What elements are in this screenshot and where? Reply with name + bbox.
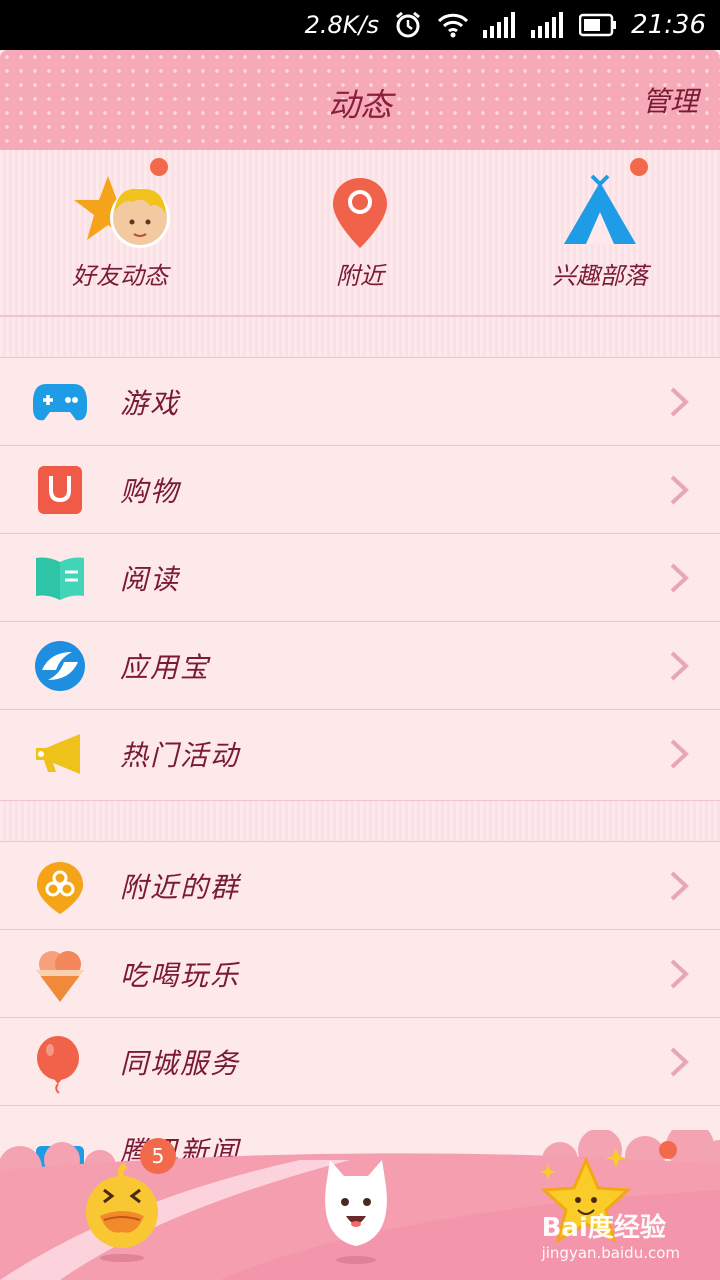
megaphone-icon [32, 728, 88, 780]
status-bar: 2.8K/s 21:36 [0, 0, 720, 50]
nearby-group-icon [32, 860, 88, 914]
qzone-star-avatar-icon [70, 172, 170, 252]
page-title: 动态 [327, 86, 392, 124]
quick-entry-label: 兴趣部落 [552, 262, 648, 290]
baidu-jingyan-watermark: Bai度经验 jingyan.baidu.com [542, 1207, 680, 1262]
quick-entry-friends-feed[interactable]: 好友动态 [0, 150, 240, 315]
list-item-local-services[interactable]: 同城服务 [0, 1017, 720, 1105]
list-item-label: 应用宝 [120, 651, 211, 684]
list-item-app-store[interactable]: 应用宝 [0, 621, 720, 709]
book-icon [32, 552, 88, 604]
gamepad-icon [32, 376, 88, 428]
list-item-label: 阅读 [120, 563, 181, 596]
balloon-icon [32, 1036, 88, 1094]
signal-icon-2 [531, 12, 565, 38]
shopping-bag-icon [32, 464, 88, 516]
chevron-right-icon [668, 738, 690, 770]
list-item-label: 游戏 [120, 387, 181, 420]
manage-button[interactable]: 管理 [642, 80, 698, 120]
wifi-icon [437, 12, 469, 38]
list-item-nearby-groups[interactable]: 附近的群 [0, 841, 720, 929]
watermark-url: jingyan.baidu.com [541, 1244, 680, 1262]
chevron-right-icon [668, 958, 690, 990]
friends-feed-new-dot [150, 158, 168, 176]
list-item-shopping[interactable]: 购物 [0, 445, 720, 533]
section-divider [0, 801, 720, 841]
ice-cream-icon [32, 948, 88, 1002]
bottom-tab-bar: Bai度经验 jingyan.baidu.com [0, 1130, 720, 1280]
title-bar: 动态 管理 [0, 50, 720, 150]
alarm-icon [393, 10, 423, 40]
app-store-icon [32, 640, 88, 692]
clock: 21:36 [631, 10, 706, 40]
tent-icon [550, 172, 650, 252]
messages-unread-badge: 5 [140, 1138, 176, 1174]
list-item-label: 购物 [120, 475, 181, 508]
location-pin-icon [310, 172, 410, 252]
chevron-right-icon [668, 562, 690, 594]
quick-entry-label: 好友动态 [72, 262, 168, 290]
section-divider [0, 317, 720, 357]
list-item-label: 热门活动 [120, 739, 241, 772]
list-item-hot-events[interactable]: 热门活动 [0, 709, 720, 801]
chevron-right-icon [668, 870, 690, 902]
quick-entry-label: 附近 [336, 262, 384, 290]
list-item-eat-drink-play[interactable]: 吃喝玩乐 [0, 929, 720, 1017]
quick-entry-nearby[interactable]: 附近 [240, 150, 480, 315]
list-item-games[interactable]: 游戏 [0, 357, 720, 445]
chevron-right-icon [668, 474, 690, 506]
signal-icon-1 [483, 12, 517, 38]
list-item-label: 吃喝玩乐 [120, 959, 241, 992]
quick-entry-interest-tribe[interactable]: 兴趣部落 [480, 150, 720, 315]
chevron-right-icon [668, 650, 690, 682]
list-item-label: 附近的群 [120, 871, 241, 904]
list-item-reading[interactable]: 阅读 [0, 533, 720, 621]
quick-entries: 好友动态 附近 兴趣部落 [0, 150, 720, 317]
chevron-right-icon [668, 386, 690, 418]
network-speed: 2.8K/s [304, 11, 380, 39]
watermark-title: Bai度经验 [541, 1213, 666, 1243]
list-item-label: 同城服务 [120, 1047, 241, 1080]
interest-tribe-new-dot [630, 158, 648, 176]
battery-icon [579, 13, 617, 37]
chevron-right-icon [668, 1046, 690, 1078]
